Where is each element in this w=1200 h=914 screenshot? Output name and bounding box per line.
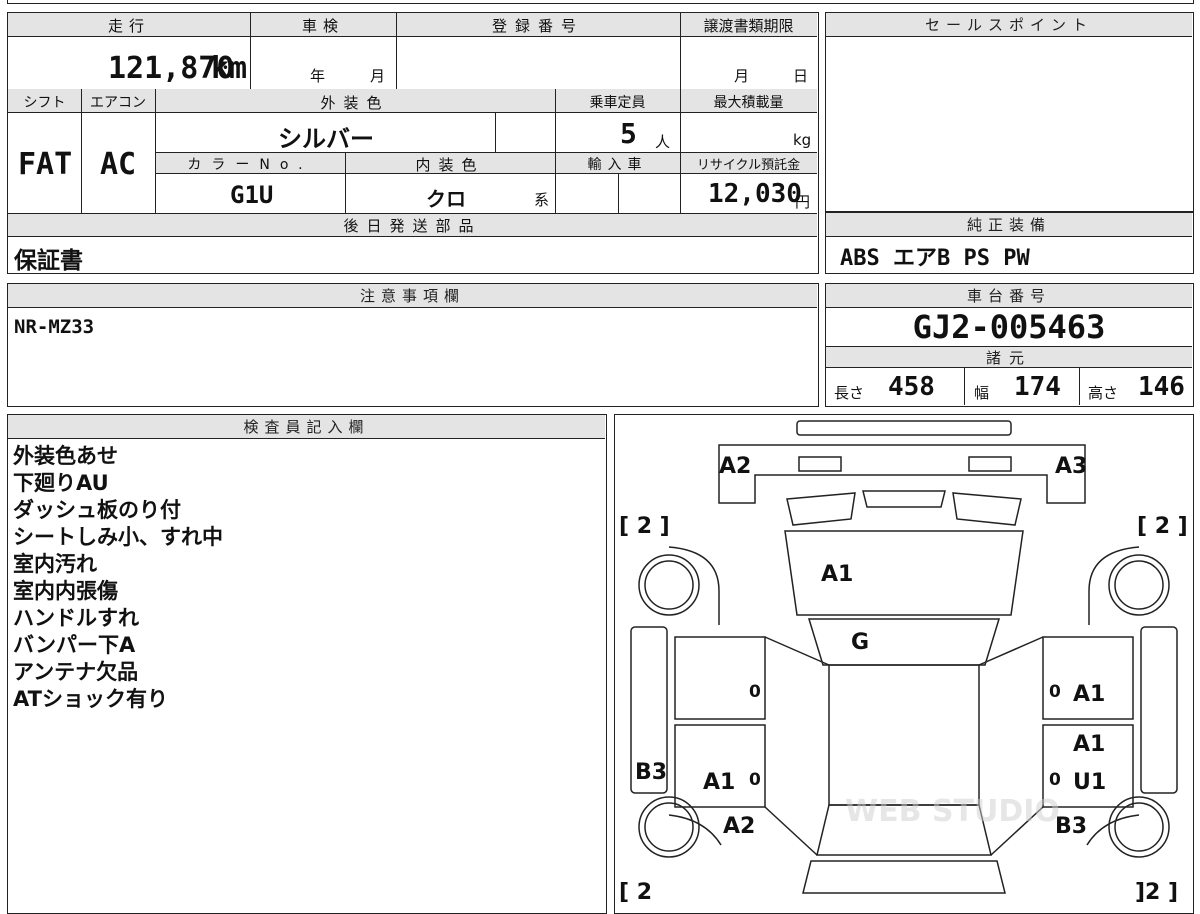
later-parts-label: 後日発送部品: [343, 217, 482, 235]
mark-right-front-door: A1: [1073, 682, 1105, 707]
top-strip: [7, 0, 1194, 4]
list-item: 室内汚れ: [13, 552, 97, 576]
chassis-label: 車台番号: [826, 284, 1192, 308]
capacity-value: 5: [620, 117, 637, 150]
mark-front-left: A2: [719, 454, 751, 479]
capacity-label: 乗車定員: [589, 95, 646, 111]
transfer-month-unit: 月: [734, 67, 750, 85]
right-front-door-digit: 0: [1049, 682, 1061, 702]
transfer-deadline-label: 譲渡書類期限: [703, 17, 794, 35]
mileage-unit: km: [211, 51, 248, 86]
list-item: 下廻りAU: [13, 471, 109, 495]
exterior-color-label: 外装色: [320, 94, 390, 112]
inspector-box: 検査員記入欄 外装色あせ 下廻りAU ダッシュ板のり付 シートしみ小、すれ中 室…: [7, 414, 607, 914]
specs-label: 諸元: [826, 346, 1192, 368]
shift-value: FAT: [18, 147, 73, 182]
transfer-day-unit: 日: [793, 67, 809, 85]
list-item: ハンドルすれ: [13, 606, 139, 630]
list-item: ダッシュ板のり付: [13, 498, 181, 522]
recycle-deposit-value: 12,030: [708, 179, 802, 209]
shaken-label: 車検: [301, 17, 344, 35]
inspector-list: 外装色あせ 下廻りAU ダッシュ板のり付 シートしみ小、すれ中 室内汚れ 室内内…: [13, 443, 223, 713]
recycle-deposit-unit: 円: [795, 193, 811, 211]
car-diagram: A2 A3 A1 G A1 A1 A1 U1 B3 A2 B3 [ 2 ] [ …: [619, 420, 1188, 905]
notes-label: 注意事項欄: [8, 284, 817, 308]
length-value: 458: [888, 372, 935, 402]
list-item: シートしみ小、すれ中: [13, 525, 223, 549]
color-no-value: G1U: [230, 181, 274, 209]
vehicle-info-grid: 走行 車検 登録番号 譲渡書類期限 121,870 km 年 月 月 日 シフト…: [7, 12, 819, 274]
height-label: 高さ: [1088, 384, 1119, 402]
tire-mark-top-right: [ 2 ]: [1137, 514, 1188, 539]
max-load-label: 最大積載量: [713, 95, 784, 111]
ac-label: エアコン: [90, 95, 146, 111]
chassis-number: GJ2-005463: [912, 308, 1106, 346]
sales-point-box: セールスポイント: [825, 12, 1194, 212]
interior-color-label: 内装色: [415, 156, 485, 174]
registration-label: 登録番号: [491, 17, 584, 35]
later-parts-value: 保証書: [14, 248, 83, 274]
interior-color-value: クロ: [426, 187, 466, 211]
mileage-label: 走行: [107, 17, 150, 35]
capacity-unit: 人: [655, 133, 671, 151]
list-item: バンパー下A: [13, 633, 136, 657]
genuine-equipment-box: 純正装備 ABS エアB PS PW: [825, 212, 1194, 274]
list-item: 室内内張傷: [13, 579, 118, 603]
ac-value: AC: [100, 147, 137, 182]
recycle-deposit-label: リサイクル預託金: [696, 158, 801, 173]
shaken-month-unit: 月: [370, 67, 386, 85]
list-item: アンテナ欠品: [13, 660, 139, 684]
tire-mark-bottom-right: ]2 ]: [1135, 880, 1178, 905]
mark-front-right: A3: [1055, 454, 1087, 479]
mark-left-rear: A2: [723, 814, 755, 839]
sales-point-label: セールスポイント: [826, 13, 1192, 37]
exterior-color-value: シルバー: [278, 125, 374, 153]
genuine-equipment-value: ABS エアB PS PW: [840, 246, 1030, 271]
chassis-box: 車台番号 GJ2-005463 諸元 長さ 458 幅 174 高さ 146: [825, 283, 1194, 407]
interior-color-unit: 系: [534, 191, 550, 209]
damage-diagram-box: A2 A3 A1 G A1 A1 A1 U1 B3 A2 B3 [ 2 ] [ …: [614, 414, 1194, 914]
tire-mark-top-left: [ 2 ]: [619, 514, 670, 539]
left-front-door-digit: 0: [749, 682, 761, 702]
list-item: 外装色あせ: [13, 444, 118, 468]
import-label: 輸入車: [587, 157, 648, 173]
right-rear-door-digit: 0: [1049, 770, 1061, 790]
notes-value: NR-MZ33: [14, 316, 95, 338]
width-label: 幅: [974, 384, 990, 402]
mark-right-rear-door: U1: [1073, 770, 1106, 795]
watermark: WEB STUDIO: [845, 794, 1060, 829]
shift-label: シフト: [23, 95, 66, 111]
tire-mark-bottom-left: [ 2: [619, 880, 652, 905]
mark-hood: A1: [821, 562, 853, 587]
mark-left-side: B3: [635, 760, 667, 785]
height-value: 146: [1138, 372, 1185, 402]
max-load-unit: kg: [793, 131, 812, 149]
mark-windshield: G: [851, 630, 869, 655]
width-value: 174: [1014, 372, 1061, 402]
inspector-label: 検査員記入欄: [8, 415, 605, 439]
left-rear-door-digit: 0: [749, 770, 761, 790]
notes-box: 注意事項欄 NR-MZ33: [7, 283, 819, 407]
mark-left-rear-door: A1: [703, 770, 735, 795]
mark-right-rear-door-top: A1: [1073, 732, 1105, 757]
color-no-label: カラーNo.: [187, 157, 313, 173]
genuine-equipment-label: 純正装備: [826, 213, 1192, 237]
list-item: ATショック有り: [13, 687, 168, 711]
length-label: 長さ: [834, 384, 865, 402]
shaken-year-unit: 年: [310, 67, 326, 85]
